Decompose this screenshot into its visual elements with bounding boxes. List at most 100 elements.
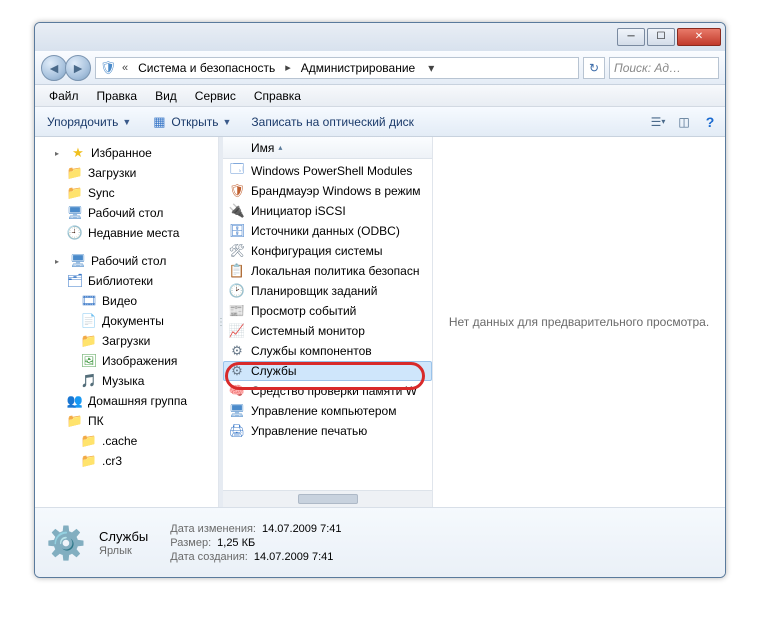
shortcut-icon: ⚙	[229, 343, 245, 359]
nav-homegroup[interactable]: 👥Домашняя группа	[37, 391, 216, 411]
list-item[interactable]: ⚙ Службы компонентов	[223, 341, 432, 361]
list-item[interactable]: 📋Локальная политика безопасн	[223, 261, 432, 281]
list-item[interactable]: 🛠Конфигурация системы	[223, 241, 432, 261]
list-item-selected[interactable]: ⚙Службы	[223, 361, 432, 381]
menu-view[interactable]: Вид	[147, 87, 185, 105]
nav-label: Изображения	[102, 354, 177, 368]
shortcut-icon: 🗔	[229, 163, 245, 179]
view-mode-button[interactable]: ☰▾	[649, 113, 667, 131]
search-input[interactable]: Поиск: Ад…	[609, 57, 719, 79]
list-item-label: Службы компонентов	[251, 344, 372, 358]
details-type: Ярлык	[99, 545, 132, 557]
horizontal-scrollbar[interactable]	[223, 490, 432, 507]
nav-recent[interactable]: 🕘Недавние места	[37, 223, 216, 243]
menu-tools[interactable]: Сервис	[187, 87, 244, 105]
organize-button[interactable]: Упорядочить▼	[41, 113, 137, 131]
titlebar: ─ ☐ ✕	[35, 23, 725, 51]
folder-icon: 📁	[67, 165, 83, 181]
nav-label: Недавние места	[88, 226, 179, 240]
nav-cr3[interactable]: 📁.cr3	[37, 451, 216, 471]
list-item[interactable]: 🗄 Источники данных (ODBC)	[223, 221, 432, 241]
nav-desktop-root[interactable]: ▸ 🖥 Рабочий стол	[37, 251, 216, 271]
sort-arrow-icon: ▴	[278, 143, 282, 152]
back-button[interactable]: ◄	[41, 55, 67, 81]
refresh-button[interactable]: ↻	[583, 57, 605, 79]
nav-pc[interactable]: 📁ПК	[37, 411, 216, 431]
details-icon: ⚙️	[45, 522, 87, 564]
nav-documents[interactable]: 📄Документы	[37, 311, 216, 331]
nav-label: Видео	[102, 294, 137, 308]
folder-icon: 📁	[81, 453, 97, 469]
nav-row: ◄ ► 🛡 « Система и безопасность ▸ Админис…	[35, 51, 725, 85]
shortcut-icon: 🖨	[229, 423, 245, 439]
list-item[interactable]: 🗔Windows PowerShell Modules	[223, 161, 432, 181]
nav-downloads2[interactable]: 📁Загрузки	[37, 331, 216, 351]
forward-button[interactable]: ►	[65, 55, 91, 81]
star-icon: ★	[70, 145, 86, 161]
shortcut-icon: 🖥	[229, 403, 245, 419]
folder-icon: 📁	[81, 433, 97, 449]
preview-pane-button[interactable]: ◫	[675, 113, 693, 131]
list-item[interactable]: 🕑 Планировщик заданий	[223, 281, 432, 301]
shortcut-icon: 🗄	[229, 223, 245, 239]
help-button[interactable]: ?	[701, 113, 719, 131]
list-item-label: Службы	[251, 364, 296, 378]
nav-sync[interactable]: 📁 Sync	[37, 183, 216, 203]
list-item[interactable]: 📈 Системный монитор	[223, 321, 432, 341]
list-item[interactable]: 🛡 Брандмауэр Windows в режим	[223, 181, 432, 201]
details-pane: ⚙️ Службы Ярлык Дата изменения:14.07.200…	[35, 507, 725, 577]
nav-desktop-fav[interactable]: 🖥Рабочий стол	[37, 203, 216, 223]
libraries-icon: 🗂	[67, 273, 83, 289]
nav-label: Загрузки	[88, 166, 136, 180]
open-icon: ▦	[151, 114, 167, 130]
details-created: 14.07.2009 7:41	[254, 551, 334, 563]
breadcrumb-dropdown[interactable]: ▾	[423, 61, 439, 75]
toolbar: Упорядочить▼ ▦ Открыть▼ Записать на опти…	[35, 107, 725, 137]
maximize-button[interactable]: ☐	[647, 28, 675, 46]
column-header-name[interactable]: Имя▴	[223, 137, 432, 159]
list-item[interactable]: 🖥Управление компьютером	[223, 401, 432, 421]
file-list[interactable]: 🗔Windows PowerShell Modules 🛡 Брандмауэр …	[223, 159, 432, 490]
nav-favorites[interactable]: ▸ ★ Избранное	[37, 143, 216, 163]
picture-icon: 🖼	[81, 353, 97, 369]
list-item[interactable]: 🖨Управление печатью	[223, 421, 432, 441]
list-item-label: Брандмауэр Windows в режим	[251, 184, 421, 198]
chevron-left-icon: «	[120, 62, 130, 74]
breadcrumb[interactable]: 🛡 « Система и безопасность ▸ Администрир…	[95, 57, 579, 79]
close-button[interactable]: ✕	[677, 28, 721, 46]
list-item[interactable]: 🔌Инициатор iSCSI	[223, 201, 432, 221]
list-item-label: Системный монитор	[251, 324, 365, 338]
shortcut-icon: 🔌	[229, 203, 245, 219]
nav-music[interactable]: 🎵Музыка	[37, 371, 216, 391]
details-created-label: Дата создания:	[170, 551, 248, 563]
open-button[interactable]: ▦ Открыть▼	[145, 112, 237, 132]
breadcrumb-seg-2[interactable]: Администрирование	[297, 61, 419, 75]
nav-label: Sync	[88, 186, 115, 200]
list-item-label: Источники данных (ODBC)	[251, 224, 400, 238]
details-modified: 14.07.2009 7:41	[262, 523, 342, 535]
list-item[interactable]: 🧠Средство проверки памяти W	[223, 381, 432, 401]
minimize-button[interactable]: ─	[617, 28, 645, 46]
nav-downloads[interactable]: 📁 Загрузки	[37, 163, 216, 183]
nav-label: Избранное	[91, 146, 152, 160]
navigation-pane[interactable]: ▸ ★ Избранное 📁 Загрузки 📁 Sync 🖥Рабочий с…	[35, 137, 219, 507]
nav-videos[interactable]: 🎞Видео	[37, 291, 216, 311]
nav-libraries[interactable]: 🗂Библиотеки	[37, 271, 216, 291]
folder-icon: 📁	[67, 185, 83, 201]
breadcrumb-seg-1[interactable]: Система и безопасность	[134, 61, 279, 75]
menu-edit[interactable]: Правка	[89, 87, 146, 105]
content-area: ▸ ★ Избранное 📁 Загрузки 📁 Sync 🖥Рабочий с…	[35, 137, 725, 507]
chevron-down-icon: ▼	[122, 117, 131, 127]
shortcut-icon: 🕑	[229, 283, 245, 299]
shortcut-icon: 🛡	[229, 183, 245, 199]
burn-button[interactable]: Записать на оптический диск	[245, 113, 420, 131]
menu-help[interactable]: Справка	[246, 87, 309, 105]
homegroup-icon: 👥	[67, 393, 83, 409]
shield-icon: 🛡	[100, 60, 116, 76]
nav-cache[interactable]: 📁.cache	[37, 431, 216, 451]
list-item[interactable]: 📰Просмотр событий	[223, 301, 432, 321]
list-item-label: Планировщик заданий	[251, 284, 377, 298]
nav-pictures[interactable]: 🖼 Изображения	[37, 351, 216, 371]
shortcut-icon: 📈	[229, 323, 245, 339]
menu-file[interactable]: Файл	[41, 87, 87, 105]
